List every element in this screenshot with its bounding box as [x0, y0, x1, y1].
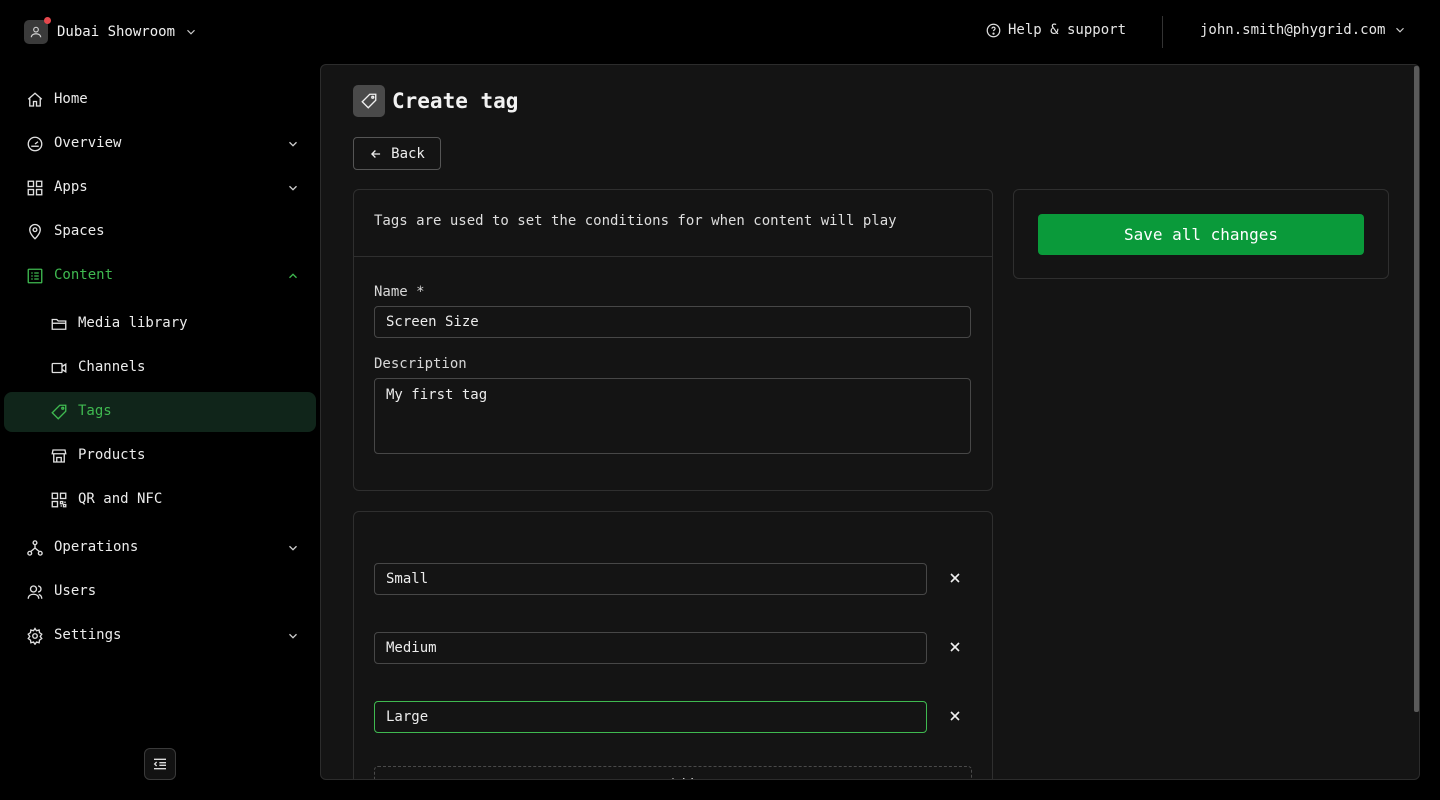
sidebar-item-label: Home: [54, 91, 88, 107]
sidebar-item-overview[interactable]: Overview: [4, 124, 316, 164]
network-icon: [27, 540, 43, 556]
top-bar: Dubai Showroom Help & support john.smith…: [0, 0, 1440, 64]
sidebar-item-label: Spaces: [54, 223, 105, 239]
sidebar-item-label: Content: [54, 267, 114, 283]
topbar-divider: [1162, 16, 1163, 48]
chevron-down-icon: [289, 633, 297, 639]
workspace-name: Dubai Showroom: [57, 24, 176, 40]
tag-value-input[interactable]: [374, 563, 927, 595]
sidebar-item-media-library[interactable]: Media library: [4, 304, 316, 344]
save-card: Save all changes: [1013, 189, 1389, 279]
sidebar-item-qr-and-nfc[interactable]: QR and NFC: [4, 480, 316, 520]
sidebar-item-label: Overview: [54, 135, 122, 151]
help-label: Help & support: [1008, 22, 1127, 38]
add-value-button[interactable]: + Add: [374, 766, 972, 779]
sidebar-item-label: Apps: [54, 179, 88, 195]
save-all-changes-button[interactable]: Save all changes: [1038, 214, 1364, 255]
sidebar-item-apps[interactable]: Apps: [4, 168, 316, 208]
video-icon: [51, 362, 67, 374]
sidebar-item-label: QR and NFC: [78, 491, 163, 507]
sidebar: Home Overview Apps Spaces Content Media …: [0, 64, 320, 800]
description-textarea[interactable]: My first tag: [374, 378, 971, 454]
sidebar-item-channels[interactable]: Channels: [4, 348, 316, 388]
sidebar-item-label: Operations: [54, 539, 139, 555]
sidebar-item-operations[interactable]: Operations: [4, 528, 316, 568]
close-icon: [950, 573, 960, 583]
remove-value-button[interactable]: [944, 636, 966, 658]
qr-icon: [51, 492, 67, 508]
tag-values-card: + Add: [353, 511, 993, 779]
page-title: Create tag: [392, 89, 519, 113]
workspace-avatar: [24, 17, 51, 44]
sidebar-item-label: Media library: [78, 315, 188, 331]
chevron-down-icon: [187, 29, 195, 35]
folder-icon: [51, 318, 67, 330]
sidebar-item-spaces[interactable]: Spaces: [4, 212, 316, 252]
description-label: Description: [374, 356, 467, 372]
chevron-down-icon: [289, 185, 297, 191]
tag-value-input[interactable]: [374, 701, 927, 733]
chevron-down-icon: [1396, 27, 1405, 33]
list-icon: [27, 268, 43, 284]
back-button[interactable]: Back: [353, 137, 441, 170]
sidebar-item-label: Tags: [78, 403, 112, 419]
chevron-up-icon: [289, 273, 297, 279]
collapse-sidebar-button[interactable]: [144, 748, 176, 780]
collapse-sidebar-icon: [153, 758, 166, 770]
chevron-down-icon: [289, 141, 297, 147]
home-icon: [27, 92, 43, 107]
card-intro-text: Tags are used to set the conditions for …: [374, 213, 897, 229]
remove-value-button[interactable]: [944, 705, 966, 727]
sidebar-item-tags[interactable]: Tags: [4, 392, 316, 432]
divider: [354, 256, 992, 257]
user-menu[interactable]: john.smith@phygrid.com: [1200, 22, 1407, 38]
store-icon: [51, 449, 67, 463]
arrow-left-icon: [371, 149, 381, 158]
sidebar-item-home[interactable]: Home: [4, 80, 316, 120]
sidebar-item-label: Users: [54, 583, 97, 599]
sidebar-item-settings[interactable]: Settings: [4, 616, 316, 656]
workspace-switcher[interactable]: Dubai Showroom: [24, 17, 198, 44]
help-circle-icon: [986, 23, 1001, 37]
chevron-down-icon: [289, 545, 297, 551]
users-icon: [27, 585, 43, 599]
sidebar-item-label: Products: [78, 447, 146, 463]
tag-details-card: Tags are used to set the conditions for …: [353, 189, 993, 491]
page-icon: [353, 85, 385, 117]
close-icon: [950, 711, 960, 721]
remove-value-button[interactable]: [944, 567, 966, 589]
grid-icon: [27, 180, 43, 196]
back-label: Back: [391, 145, 425, 162]
main-panel: Create tag Back Tags are used to set the…: [320, 64, 1420, 780]
sidebar-item-products[interactable]: Products: [4, 436, 316, 476]
main-scrollbar[interactable]: [1414, 66, 1419, 712]
close-icon: [950, 642, 960, 652]
page-header: Create tag: [353, 85, 518, 117]
help-support-link[interactable]: Help & support: [986, 22, 1126, 38]
user-icon: [30, 26, 42, 38]
gauge-icon: [27, 136, 43, 152]
sidebar-item-label: Settings: [54, 627, 122, 643]
gear-icon: [27, 627, 43, 645]
map-pin-icon: [29, 223, 41, 240]
name-label: Name *: [374, 284, 425, 300]
notification-dot: [44, 17, 51, 24]
tag-icon: [51, 404, 67, 420]
name-input[interactable]: [374, 306, 971, 338]
sidebar-item-label: Channels: [78, 359, 146, 375]
sidebar-item-users[interactable]: Users: [4, 572, 316, 612]
user-email: john.smith@phygrid.com: [1200, 22, 1386, 38]
sidebar-item-content[interactable]: Content: [4, 256, 316, 296]
tag-value-input[interactable]: [374, 632, 927, 664]
tag-icon: [361, 93, 377, 109]
